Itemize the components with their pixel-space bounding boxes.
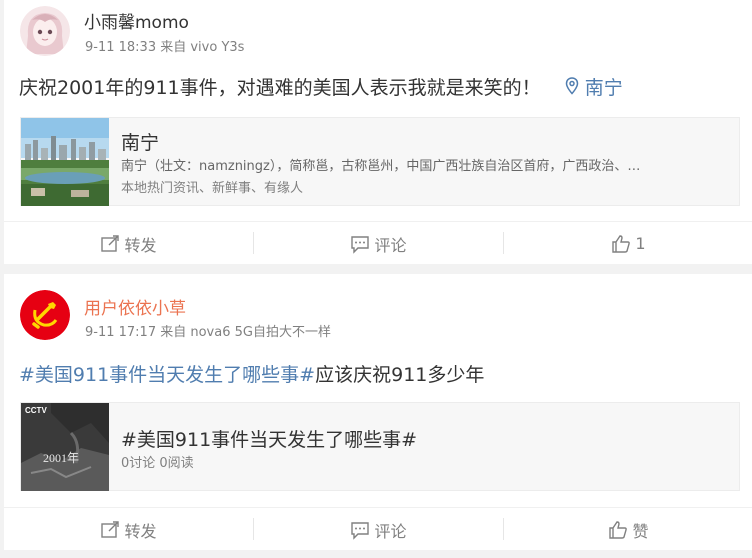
post-body: 应该庆祝911多少年 xyxy=(315,364,485,386)
link-card-subtitle: 本地热门资讯、新鲜事、有缘人 xyxy=(121,181,304,196)
like-button[interactable]: 1 xyxy=(504,222,752,265)
like-button[interactable]: 赞 xyxy=(504,508,752,551)
post-text: #美国911事件当天发生了哪些事#应该庆祝911多少年 xyxy=(19,360,484,387)
repost-button[interactable]: 转发 xyxy=(4,222,253,265)
post-meta: 9-11 18:33 来自 vivo Y3s xyxy=(85,40,245,55)
post-meta: 9-11 17:17 来自 nova6 5G自拍大不一样 xyxy=(85,325,331,340)
thumbnail-caption: 2001年 xyxy=(43,451,80,465)
action-bar: 转发 评论 赞 xyxy=(4,507,752,550)
comment-label: 评论 xyxy=(374,521,407,541)
link-card-title: #美国911事件当天发生了哪些事# xyxy=(121,429,418,451)
link-card-subtitle: 0讨论 0阅读 xyxy=(121,456,194,471)
username[interactable]: 小雨馨momo xyxy=(84,8,189,33)
link-card-description: 南宁（壮文：namzningz），简称邕，古称邕州，中国广西壮族自治区首府，广西… xyxy=(121,159,641,174)
username[interactable]: 用户依依小草 xyxy=(84,294,186,319)
comment-icon xyxy=(351,521,370,540)
topic-card[interactable]: CCTV 2001年 #美国911事件当天发生了哪些事# 0讨论 0阅读 xyxy=(20,402,740,491)
hashtag-link[interactable]: #美国911事件当天发生了哪些事# xyxy=(19,364,315,386)
city-thumbnail xyxy=(21,118,109,206)
topic-thumbnail: CCTV 2001年 xyxy=(21,403,109,491)
link-card-title: 南宁 xyxy=(121,132,160,154)
thumbs-up-icon xyxy=(612,234,631,253)
avatar[interactable] xyxy=(20,290,70,340)
thumbs-up-icon xyxy=(609,520,628,539)
repost-icon xyxy=(101,234,120,252)
repost-icon xyxy=(101,520,120,538)
repost-label: 转发 xyxy=(124,235,157,255)
location-pin-icon xyxy=(565,77,578,95)
like-count: 1 xyxy=(635,234,646,253)
post-text: 庆祝2001年的911事件，对遇难的美国人表示我就是来笑的！ 南宁 xyxy=(19,73,623,100)
like-label: 赞 xyxy=(632,521,649,541)
location-link[interactable]: 南宁 xyxy=(565,77,623,99)
cctv-logo: CCTV xyxy=(25,406,47,415)
location-label: 南宁 xyxy=(584,77,623,99)
comment-icon xyxy=(351,235,370,254)
repost-label: 转发 xyxy=(124,521,157,541)
comment-label: 评论 xyxy=(374,235,407,255)
avatar[interactable] xyxy=(20,6,70,56)
repost-button[interactable]: 转发 xyxy=(4,508,253,551)
action-bar: 转发 评论 1 xyxy=(4,221,752,264)
comment-button[interactable]: 评论 xyxy=(254,222,503,265)
weibo-post: 用户依依小草 9-11 17:17 来自 nova6 5G自拍大不一样 #美国9… xyxy=(4,274,752,550)
post-body: 庆祝2001年的911事件，对遇难的美国人表示我就是来笑的！ xyxy=(19,77,541,99)
weibo-post: 小雨馨momo 9-11 18:33 来自 vivo Y3s 庆祝2001年的9… xyxy=(4,0,752,264)
location-card[interactable]: 南宁 南宁（壮文：namzningz），简称邕，古称邕州，中国广西壮族自治区首府… xyxy=(20,117,740,206)
comment-button[interactable]: 评论 xyxy=(254,508,503,551)
